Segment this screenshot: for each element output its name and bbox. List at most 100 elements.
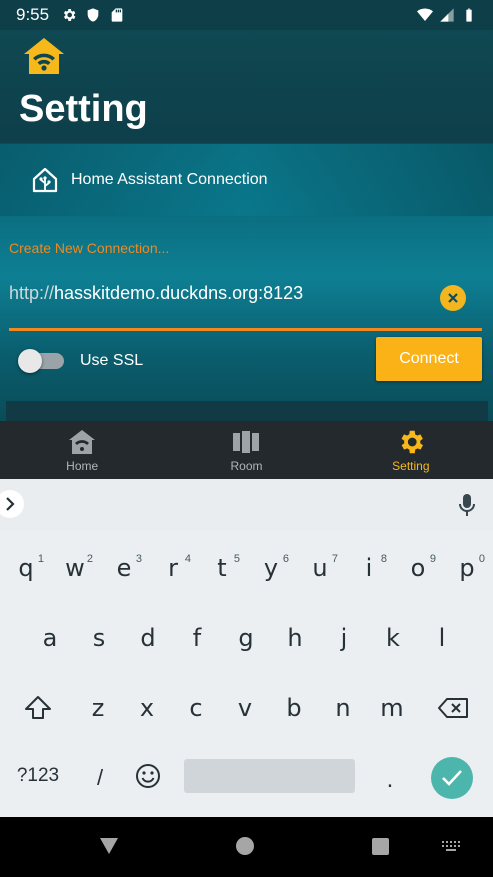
- wifi-icon: [417, 8, 433, 21]
- battery-icon: [466, 8, 472, 22]
- key-letter: p: [459, 554, 475, 582]
- key-letter: v: [237, 694, 253, 722]
- nav-home-label: Home: [66, 459, 99, 473]
- key-p[interactable]: p0: [447, 543, 487, 593]
- key-letter: l: [438, 624, 446, 652]
- key-z[interactable]: z: [78, 683, 118, 733]
- key-y[interactable]: y6: [251, 543, 291, 593]
- mic-icon[interactable]: [457, 493, 477, 517]
- key-u[interactable]: u7: [300, 543, 340, 593]
- key-g[interactable]: g: [226, 613, 266, 663]
- url-input[interactable]: http:// hasskitdemo.duckdns.org:8123: [9, 276, 479, 310]
- nav-room-label: Room: [230, 459, 263, 473]
- key-letter: w: [65, 554, 85, 582]
- bottom-nav: Home Room Setting: [0, 421, 493, 479]
- page-title: Setting: [19, 88, 148, 130]
- key-letter: d: [140, 624, 156, 652]
- key-d[interactable]: d: [128, 613, 168, 663]
- key-letter: a: [42, 624, 58, 652]
- app-header: Setting: [0, 30, 493, 143]
- slash-key[interactable]: /: [80, 753, 120, 803]
- backspace-key[interactable]: [432, 683, 474, 733]
- connect-button[interactable]: Connect: [376, 337, 482, 381]
- url-input-underline: [9, 328, 482, 331]
- key-letter: y: [263, 554, 279, 582]
- expand-suggestions-button[interactable]: [0, 490, 24, 518]
- key-hint: 4: [184, 553, 191, 565]
- key-l[interactable]: l: [422, 613, 462, 663]
- home-icon: [69, 430, 96, 454]
- space-key[interactable]: [184, 759, 355, 793]
- symbols-key[interactable]: ?123: [8, 751, 68, 801]
- recents-button[interactable]: [372, 838, 389, 855]
- shift-key[interactable]: [18, 683, 58, 733]
- key-hint: 0: [478, 553, 485, 565]
- keyboard-switch-icon[interactable]: [442, 841, 460, 853]
- key-b[interactable]: b: [274, 683, 314, 733]
- soft-keyboard: q1w2e3r4t5y6u7i8o9p0 asdfghjkl zxcvbnm ?…: [0, 479, 493, 817]
- status-bar: 9:55: [0, 0, 493, 30]
- enter-key[interactable]: [431, 757, 473, 799]
- backspace-icon: [438, 698, 468, 718]
- key-letter: h: [287, 624, 303, 652]
- key-i[interactable]: i8: [349, 543, 389, 593]
- key-f[interactable]: f: [177, 613, 217, 663]
- url-field-label: Create New Connection...: [9, 240, 170, 256]
- key-r[interactable]: r4: [153, 543, 193, 593]
- key-letter: z: [91, 694, 105, 722]
- key-q[interactable]: q1: [6, 543, 46, 593]
- period-key[interactable]: .: [370, 755, 410, 805]
- clear-url-button[interactable]: [440, 285, 466, 311]
- key-letter: k: [386, 624, 400, 652]
- gear-icon: [401, 430, 423, 454]
- key-s[interactable]: s: [79, 613, 119, 663]
- key-t[interactable]: t5: [202, 543, 242, 593]
- sd-card-icon: [111, 8, 123, 22]
- key-hint: 9: [429, 553, 436, 565]
- key-hint: 5: [233, 553, 240, 565]
- key-m[interactable]: m: [372, 683, 412, 733]
- room-icon: [233, 431, 260, 453]
- key-c[interactable]: c: [176, 683, 216, 733]
- ssl-row: Use SSL: [18, 346, 144, 376]
- key-letter: u: [312, 554, 328, 582]
- back-icon[interactable]: [99, 837, 119, 855]
- key-a[interactable]: a: [30, 613, 70, 663]
- ssl-toggle-thumb: [18, 349, 42, 373]
- key-letter: t: [217, 554, 227, 582]
- check-icon: [442, 770, 462, 786]
- key-hint: 1: [37, 553, 44, 565]
- key-w[interactable]: w2: [55, 543, 95, 593]
- ssl-label: Use SSL: [80, 352, 144, 369]
- key-letter: r: [168, 554, 178, 582]
- key-e[interactable]: e3: [104, 543, 144, 593]
- url-prefix: http://: [9, 282, 55, 303]
- nav-home[interactable]: Home: [0, 421, 164, 479]
- key-letter: q: [18, 554, 34, 582]
- system-nav-bar: [0, 817, 493, 877]
- key-k[interactable]: k: [373, 613, 413, 663]
- key-letter: s: [92, 624, 106, 652]
- nav-setting[interactable]: Setting: [329, 421, 493, 479]
- emoji-key[interactable]: [128, 751, 168, 801]
- key-h[interactable]: h: [275, 613, 315, 663]
- connection-card-label: Home Assistant Connection: [71, 171, 268, 188]
- key-j[interactable]: j: [324, 613, 364, 663]
- close-icon: [448, 293, 458, 303]
- key-o[interactable]: o9: [398, 543, 438, 593]
- shield-icon: [87, 8, 99, 22]
- nav-room[interactable]: Room: [164, 421, 328, 479]
- ssl-toggle[interactable]: [18, 349, 64, 373]
- connection-card[interactable]: Home Assistant Connection: [0, 144, 493, 216]
- key-x[interactable]: x: [127, 683, 167, 733]
- home-assistant-icon: [32, 167, 58, 193]
- home-button[interactable]: [236, 837, 254, 855]
- key-letter: e: [116, 554, 132, 582]
- key-v[interactable]: v: [225, 683, 265, 733]
- key-hint: 3: [135, 553, 142, 565]
- key-letter: i: [365, 554, 373, 582]
- shift-icon: [25, 696, 51, 719]
- key-letter: m: [380, 694, 404, 722]
- key-hint: 6: [282, 553, 289, 565]
- key-n[interactable]: n: [323, 683, 363, 733]
